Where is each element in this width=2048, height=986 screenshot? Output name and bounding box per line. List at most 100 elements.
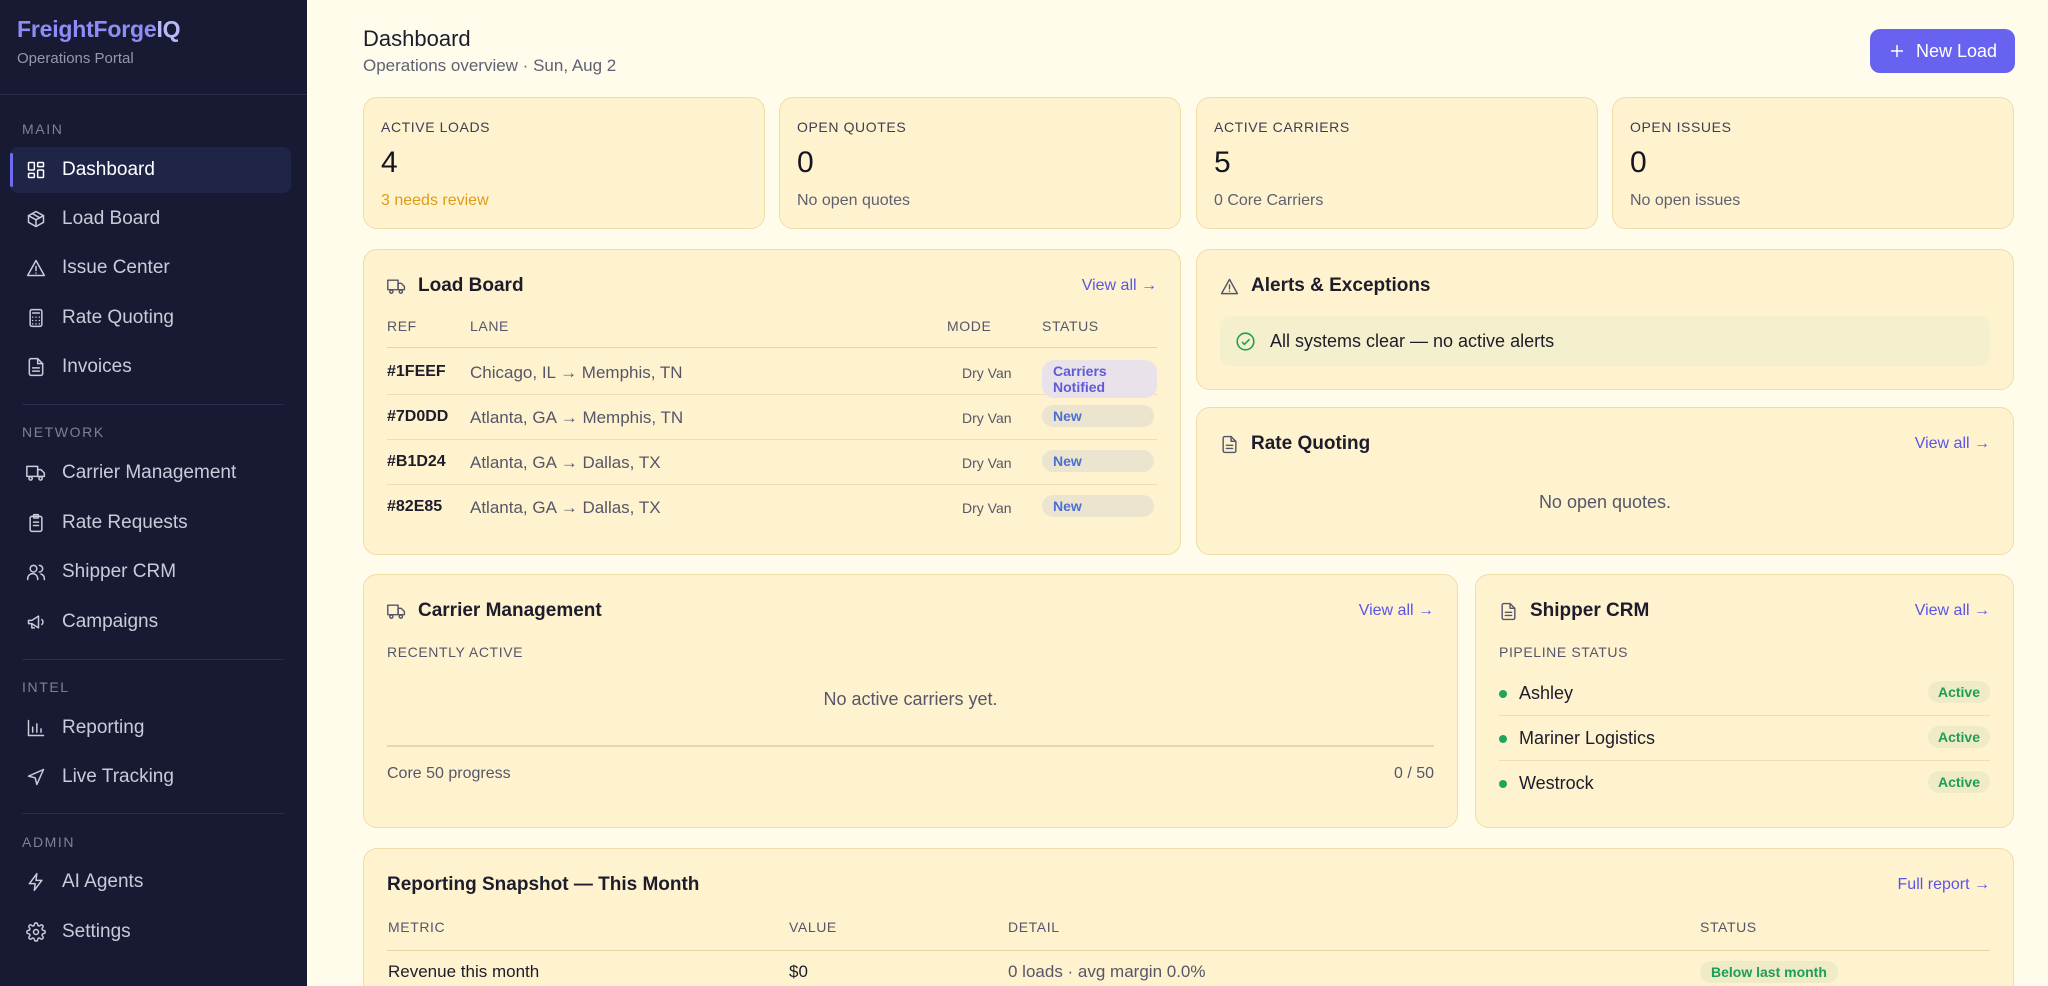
new-load-button[interactable]: New Load — [1870, 29, 2015, 73]
metric-detail: 0 loads · avg margin 0.0% — [1008, 962, 1206, 981]
document-icon — [26, 357, 46, 377]
column-header-status: STATUS — [1042, 318, 1099, 334]
lightning-icon — [26, 872, 46, 892]
column-header-value: VALUE — [789, 919, 837, 935]
sidebar-item-carrier-management[interactable]: Carrier Management — [10, 450, 291, 496]
load-ref: #82E85 — [387, 498, 443, 515]
sidebar-item-campaigns[interactable]: Campaigns — [10, 599, 291, 645]
divider — [387, 745, 1434, 747]
warning-triangle-icon — [1220, 278, 1239, 294]
sidebar-item-load-board[interactable]: Load Board — [10, 196, 291, 242]
stat-value: 5 — [1214, 146, 1231, 179]
card-title: Shipper CRM — [1499, 600, 1649, 622]
metric-value: $0 — [789, 962, 808, 981]
sidebar-item-invoices[interactable]: Invoices — [10, 344, 291, 390]
status-badge: Active — [1927, 681, 1990, 703]
sidebar-item-label: Issue Center — [62, 257, 170, 278]
stat-label: ACTIVE CARRIERS — [1214, 119, 1350, 135]
warning-triangle-icon — [26, 258, 46, 278]
section-sub-label: PIPELINE STATUS — [1499, 644, 1629, 660]
sidebar-item-settings[interactable]: Settings — [10, 909, 291, 955]
stat-note: 3 needs review — [381, 192, 489, 209]
load-ref: #7D0DD — [387, 408, 449, 425]
carrier-management-view-all-link[interactable]: View all → — [1359, 602, 1434, 620]
metric-name: Revenue this month — [388, 962, 540, 981]
gear-icon — [26, 922, 46, 942]
table-header: REF LANE MODE STATUS — [387, 318, 1157, 348]
sidebar-item-reporting[interactable]: Reporting — [10, 705, 291, 751]
sidebar-separator — [22, 659, 284, 660]
sidebar-item-dashboard[interactable]: Dashboard — [10, 147, 291, 193]
sidebar-item-ai-agents[interactable]: AI Agents — [10, 859, 291, 905]
stat-card-active-loads[interactable]: ACTIVE LOADS 4 3 needs review — [363, 97, 765, 229]
page-subtitle: Operations overview · Sun, Aug 2 — [363, 56, 617, 75]
sidebar-item-rate-requests[interactable]: Rate Requests — [10, 500, 291, 546]
list-item[interactable]: Mariner Logistics Active — [1499, 716, 1990, 761]
section-label-admin: ADMIN — [22, 834, 76, 850]
load-lane: Atlanta, GA → Dallas, TX — [470, 498, 661, 517]
load-mode: Dry Van — [962, 500, 1012, 516]
table-row[interactable]: #7D0DD Atlanta, GA → Memphis, TN Dry Van… — [387, 395, 1157, 440]
list-item[interactable]: Ashley Active — [1499, 671, 1990, 716]
shipper-crm-view-all-link[interactable]: View all → — [1915, 602, 1990, 620]
stat-card-open-issues[interactable]: OPEN ISSUES 0 No open issues — [1612, 97, 2014, 229]
stat-card-active-carriers[interactable]: ACTIVE CARRIERS 5 0 Core Carriers — [1196, 97, 1598, 229]
document-icon — [1501, 602, 1516, 620]
sidebar-item-label: Campaigns — [62, 611, 159, 632]
sidebar-item-label: Dashboard — [62, 159, 155, 180]
table-row[interactable]: #1FEEF Chicago, IL → Memphis, TN Dry Van… — [387, 350, 1157, 398]
load-lane: Atlanta, GA → Dallas, TX — [470, 453, 661, 472]
table-header: METRIC VALUE DETAIL STATUS — [387, 919, 1990, 951]
sidebar-item-label: Shipper CRM — [62, 561, 177, 582]
truck-icon — [387, 603, 406, 619]
stat-note: No open issues — [1630, 192, 1741, 209]
rate-quoting-view-all-link[interactable]: View all → — [1915, 435, 1990, 453]
table-row[interactable]: #82E85 Atlanta, GA → Dallas, TX Dry Van … — [387, 485, 1157, 530]
document-icon — [1222, 435, 1237, 453]
section-label-network: NETWORK — [22, 424, 105, 440]
sidebar-item-label: Rate Quoting — [62, 307, 174, 328]
sidebar-separator — [22, 404, 284, 405]
load-ref: #1FEEF — [387, 363, 446, 380]
card-title-text: Carrier Management — [418, 600, 602, 621]
brand[interactable]: FreightForgeIQ Operations Portal — [17, 16, 181, 67]
status-dot — [1499, 735, 1507, 743]
sidebar-item-label: AI Agents — [62, 871, 144, 892]
status-badge: Active — [1927, 771, 1990, 793]
sidebar-item-label: Live Tracking — [62, 766, 174, 787]
list-item[interactable]: Westrock Active — [1499, 761, 1990, 806]
column-header-mode: MODE — [947, 318, 992, 334]
empty-state: No open quotes. — [1538, 492, 1672, 512]
stat-value: 4 — [381, 146, 398, 179]
plus-icon — [1890, 45, 1903, 57]
card-title: Rate Quoting — [1220, 433, 1370, 455]
package-icon — [26, 209, 46, 229]
card-title: Alerts & Exceptions — [1220, 275, 1431, 297]
progress-label: Core 50 progress — [387, 765, 511, 782]
new-load-label: New Load — [1915, 40, 1998, 61]
status-badge: New — [1042, 495, 1154, 517]
stat-note: No open quotes — [797, 192, 910, 209]
sidebar-item-shipper-crm[interactable]: Shipper CRM — [10, 549, 291, 595]
page-title: Dashboard — [363, 26, 471, 51]
column-header-ref: REF — [387, 318, 417, 334]
sidebar-item-live-tracking[interactable]: Live Tracking — [10, 754, 291, 800]
load-lane: Chicago, IL → Memphis, TN — [470, 363, 683, 382]
users-icon — [26, 562, 46, 582]
truck-icon — [387, 278, 406, 294]
calculator-icon — [26, 308, 46, 328]
full-report-link[interactable]: Full report → — [1898, 876, 1990, 894]
stat-label: ACTIVE LOADS — [381, 119, 491, 135]
load-board-view-all-link[interactable]: View all → — [1082, 277, 1157, 295]
load-board-card: Load Board View all → REF LANE MODE STAT… — [363, 249, 1181, 555]
section-label-main: MAIN — [22, 121, 64, 137]
shipper-name: Mariner Logistics — [1519, 728, 1656, 748]
stat-card-open-quotes[interactable]: OPEN QUOTES 0 No open quotes — [779, 97, 1181, 229]
sidebar-item-rate-quoting[interactable]: Rate Quoting — [10, 295, 291, 341]
table-row[interactable]: Revenue this month $0 0 loads · avg marg… — [387, 961, 1990, 986]
load-ref: #B1D24 — [387, 453, 446, 470]
table-row[interactable]: #B1D24 Atlanta, GA → Dallas, TX Dry Van … — [387, 440, 1157, 485]
sidebar-item-issue-center[interactable]: Issue Center — [10, 245, 291, 291]
stat-label: OPEN QUOTES — [797, 119, 907, 135]
grid-icon — [26, 160, 46, 180]
